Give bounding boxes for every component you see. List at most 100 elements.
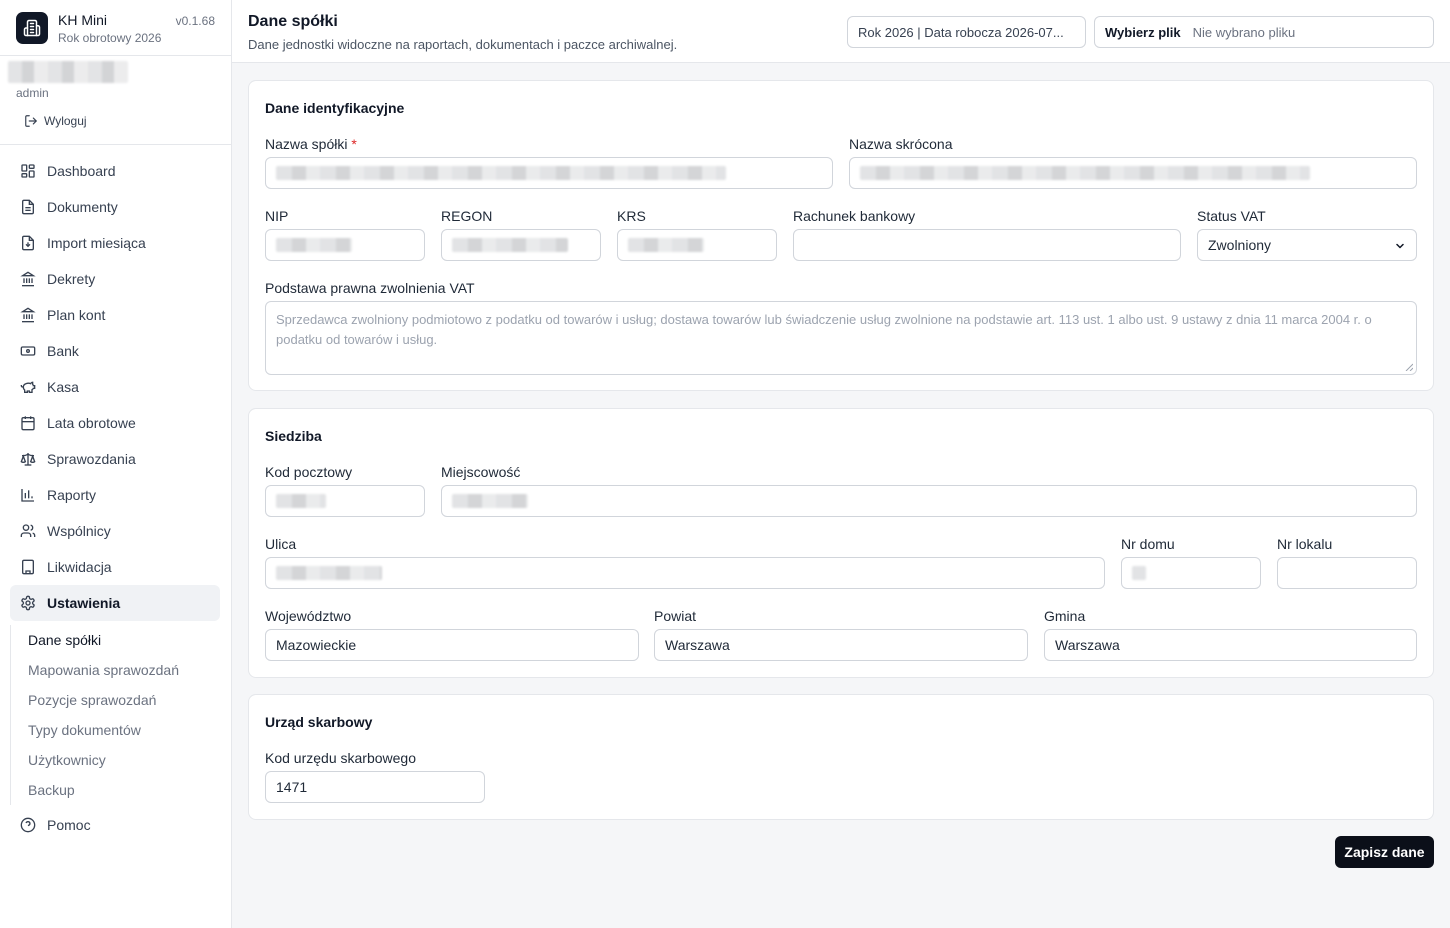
redacted-value	[628, 238, 704, 252]
nav-label: Dokumenty	[47, 199, 118, 215]
commune-label: Gmina	[1044, 608, 1086, 624]
nav-item-wspolnicy[interactable]: Wspólnicy	[10, 513, 220, 549]
app-version: v0.1.68	[175, 14, 215, 28]
redacted-value	[276, 494, 326, 508]
help-circle-icon	[20, 817, 36, 833]
app-logo-icon	[16, 12, 48, 44]
regon-input[interactable]	[441, 229, 601, 261]
nav-item-dekrety[interactable]: Dekrety	[10, 261, 220, 297]
fiscal-year-button[interactable]: Rok 2026 | Data robocza 2026-07...	[847, 16, 1086, 48]
nav-item-raporty[interactable]: Raporty	[10, 477, 220, 513]
subnav-item-uzytkownicy[interactable]: Użytkownicy	[28, 745, 220, 775]
nav-item-dokumenty[interactable]: Dokumenty	[10, 189, 220, 225]
card-title: Dane identyfikacyjne	[265, 100, 405, 116]
flat-number-label: Nr lokalu	[1277, 536, 1333, 552]
resize-handle-icon[interactable]	[1405, 363, 1413, 371]
subnav-item-backup[interactable]: Backup	[28, 775, 220, 805]
short-name-input[interactable]	[849, 157, 1417, 189]
file-upload-input[interactable]: Wybierz plik Nie wybrano pliku	[1094, 16, 1434, 48]
house-number-label: Nr domu	[1121, 536, 1175, 552]
nav-label: Pomoc	[47, 817, 91, 833]
nav-label: Kasa	[47, 379, 79, 395]
app-name: KH Mini	[58, 12, 108, 28]
nav-label: Dashboard	[47, 163, 116, 179]
county-input[interactable]: Warszawa	[654, 629, 1028, 661]
bank-building-icon	[20, 271, 36, 287]
tax-office-card: Urząd skarbowy Kod urzędu skarbowego 147…	[248, 694, 1434, 820]
subnav-item-pozycje[interactable]: Pozycje sprawozdań	[28, 685, 220, 715]
user-name-redacted	[8, 61, 128, 83]
company-name-input[interactable]	[265, 157, 833, 189]
identification-card: Dane identyfikacyjne Nazwa spółki * Nazw…	[248, 80, 1434, 391]
commune-input[interactable]: Warszawa	[1044, 629, 1417, 661]
app-fiscal-year: Rok obrotowy 2026	[58, 31, 162, 45]
nav-item-pomoc[interactable]: Pomoc	[10, 807, 220, 843]
sidebar: KH Mini Rok obrotowy 2026 v0.1.68 admin …	[0, 0, 232, 928]
nip-label: NIP	[265, 208, 289, 224]
city-input[interactable]	[441, 485, 1417, 517]
nav-label: Dekrety	[47, 271, 96, 287]
scale-icon	[20, 453, 36, 466]
voivodeship-label: Województwo	[265, 608, 352, 624]
nav-item-import[interactable]: Import miesiąca	[10, 225, 220, 261]
nav-item-ustawienia[interactable]: Ustawienia	[10, 585, 220, 621]
settings-subnav: Dane spółki Mapowania sprawozdań Pozycje…	[10, 625, 220, 805]
nav-item-dashboard[interactable]: Dashboard	[10, 153, 220, 189]
main-nav: Dashboard Dokumenty Import miesiąca Dekr…	[10, 153, 220, 843]
nav-item-kasa[interactable]: Kasa	[10, 369, 220, 405]
house-number-input[interactable]	[1121, 557, 1261, 589]
nav-item-lata-obrotowe[interactable]: Lata obrotowe	[10, 405, 220, 441]
card-title: Siedziba	[265, 428, 322, 444]
building-icon	[22, 559, 34, 575]
save-button[interactable]: Zapisz dane	[1335, 836, 1434, 868]
bank-account-input[interactable]	[793, 229, 1181, 261]
nav-label: Wspólnicy	[47, 523, 111, 539]
voivodeship-input[interactable]: Mazowieckie	[265, 629, 639, 661]
nav-label: Import miesiąca	[47, 235, 146, 251]
nav-item-likwidacja[interactable]: Likwidacja	[10, 549, 220, 585]
vat-status-select[interactable]: Zwolniony	[1197, 229, 1417, 261]
legal-basis-label: Podstawa prawna zwolnienia VAT	[265, 280, 475, 296]
legal-basis-textarea[interactable]: Sprzedawca zwolniony podmiotowo z podatk…	[265, 301, 1417, 375]
nav-label: Bank	[47, 343, 79, 359]
brand-header: KH Mini Rok obrotowy 2026 v0.1.68	[0, 0, 231, 56]
nav-label: Plan kont	[47, 307, 106, 323]
calendar-icon	[21, 416, 35, 431]
page-subtitle: Dane jednostki widoczne na raportach, do…	[248, 37, 678, 52]
nav-item-plan-kont[interactable]: Plan kont	[10, 297, 220, 333]
bar-chart-icon	[21, 489, 34, 502]
redacted-value	[276, 566, 382, 580]
dashboard-icon	[21, 164, 35, 178]
postal-code-label: Kod pocztowy	[265, 464, 353, 480]
krs-input[interactable]	[617, 229, 777, 261]
short-name-label: Nazwa skrócona	[849, 136, 953, 152]
redacted-value	[452, 238, 568, 252]
nav-item-sprawozdania[interactable]: Sprawozdania	[10, 441, 220, 477]
nip-input[interactable]	[265, 229, 425, 261]
user-role: admin	[16, 86, 49, 100]
nav-label: Likwidacja	[47, 559, 112, 575]
gear-icon	[21, 595, 35, 611]
tax-office-code-label: Kod urzędu skarbowego	[265, 750, 416, 766]
company-name-label-text: Nazwa spółki	[265, 136, 348, 152]
logout-button[interactable]: Wyloguj	[24, 114, 87, 128]
postal-code-input[interactable]	[265, 485, 425, 517]
banknote-icon	[20, 346, 36, 356]
flat-number-input[interactable]	[1277, 557, 1417, 589]
file-import-icon	[22, 235, 34, 251]
subnav-item-dane-spolki[interactable]: Dane spółki	[28, 625, 220, 655]
chevron-down-icon	[1396, 243, 1404, 249]
street-label: Ulica	[265, 536, 297, 552]
subnav-item-typy-dokumentow[interactable]: Typy dokumentów	[28, 715, 220, 745]
subnav-item-mapowania[interactable]: Mapowania sprawozdań	[28, 655, 220, 685]
vat-status-label: Status VAT	[1197, 208, 1266, 224]
nav-label: Lata obrotowe	[47, 415, 136, 431]
nav-item-bank[interactable]: Bank	[10, 333, 220, 369]
choose-file-button[interactable]: Wybierz plik	[1095, 25, 1193, 40]
card-title: Urząd skarbowy	[265, 714, 373, 730]
street-input[interactable]	[265, 557, 1105, 589]
redacted-value	[1132, 566, 1146, 580]
document-icon	[22, 199, 34, 215]
tax-office-code-input[interactable]: 1471	[265, 771, 485, 803]
regon-label: REGON	[441, 208, 493, 224]
